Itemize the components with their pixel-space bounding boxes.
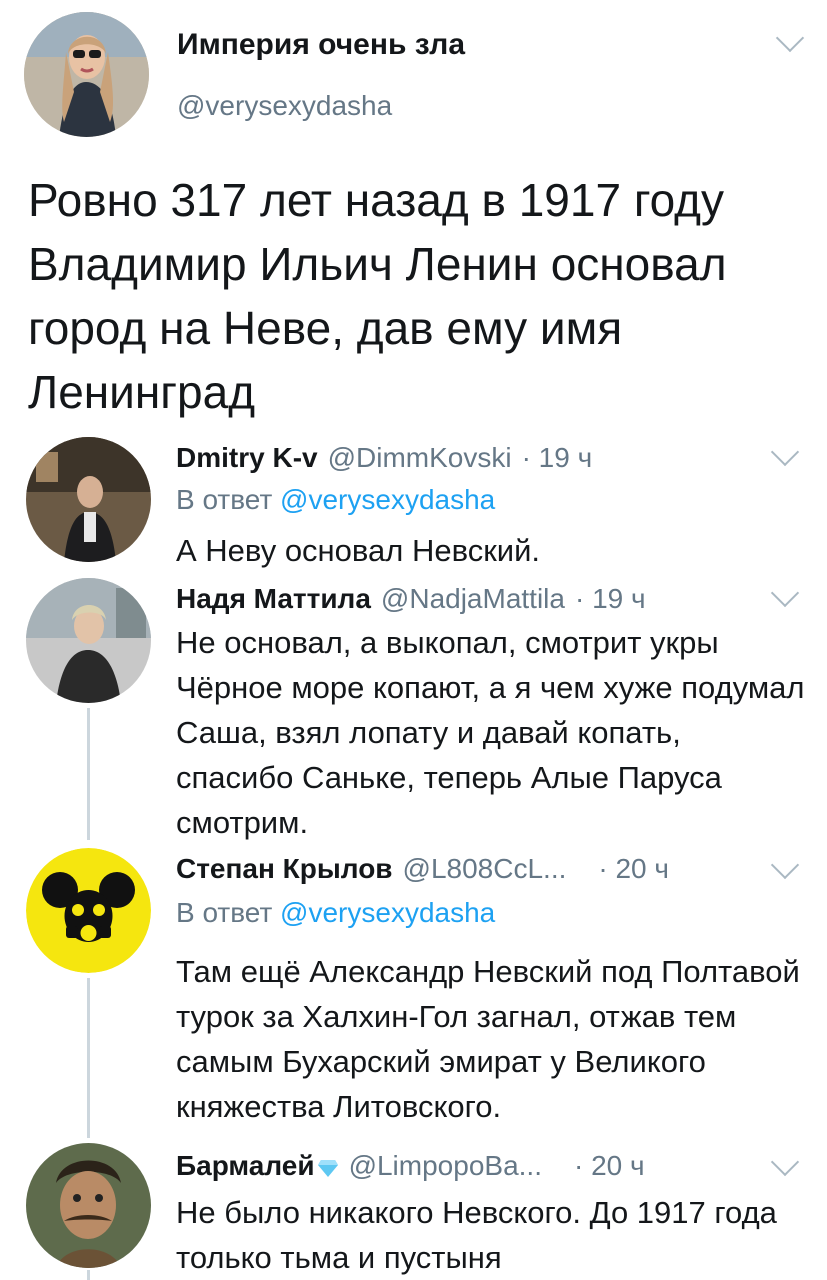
reply-text: А Неву основал Невский. — [176, 533, 541, 568]
user-avatar-photo-icon — [24, 12, 149, 137]
reply-handle[interactable]: @DimmKovski — [328, 442, 512, 474]
chevron-down-icon[interactable] — [775, 23, 805, 53]
chevron-down-icon[interactable] — [770, 850, 800, 880]
reply-to-prefix: В ответ — [176, 484, 273, 515]
reply-meta: Надя Маттила @NadjaMattila · 19 ч — [176, 583, 646, 615]
reply-text: Не было никакого Невского. До 1917 года … — [176, 1195, 777, 1275]
reply-avatar-barmaley[interactable] — [26, 1143, 151, 1268]
reply-to-line: В ответ @verysexydasha — [176, 897, 495, 929]
reply-avatar-dmitry[interactable] — [26, 437, 151, 562]
chevron-down-icon[interactable] — [770, 578, 800, 608]
reply-handle[interactable]: @L808CcL... — [403, 853, 567, 885]
reply-display-name[interactable]: Степан Крылов — [176, 853, 393, 885]
reply-handle[interactable]: @LimpopoBa... — [349, 1150, 542, 1182]
reply-to-link[interactable]: @verysexydasha — [280, 897, 495, 928]
thread-line — [87, 978, 90, 1138]
reply-to-link[interactable]: @verysexydasha — [280, 484, 495, 515]
main-display-name[interactable]: Империя очень зла — [177, 28, 465, 62]
reply-meta: Степан Крылов @L808CcL... · 20 ч — [176, 853, 669, 885]
reply-timestamp[interactable]: · 20 ч — [574, 1150, 645, 1182]
user-avatar-photo-icon — [26, 1143, 151, 1268]
thread-line — [87, 1270, 90, 1280]
chevron-down-icon[interactable] — [770, 1147, 800, 1177]
reply-meta: Бармалей @LimpopoBa... · 20 ч — [176, 1150, 645, 1182]
chevron-down-icon[interactable] — [770, 437, 800, 467]
reply-timestamp[interactable]: · 20 ч — [598, 853, 669, 885]
reply-timestamp[interactable]: · 19 ч — [522, 442, 593, 474]
reply-avatar-stepan[interactable] — [26, 848, 151, 973]
reply-display-name[interactable]: Бармалей — [176, 1150, 339, 1182]
reply-display-name[interactable]: Dmitry K-v — [176, 442, 318, 474]
user-avatar-photo-icon — [26, 578, 151, 703]
reply-display-name[interactable]: Надя Маттила — [176, 583, 371, 615]
reply-to-prefix: В ответ — [176, 897, 273, 928]
thread-line — [87, 708, 90, 840]
gas-mask-mouse-icon — [26, 848, 151, 973]
reply-avatar-nadya[interactable] — [26, 578, 151, 703]
main-tweet-text: Ровно 317 лет назад в 1917 году Владимир… — [28, 174, 727, 418]
reply-text: Не основал, а выкопал, смотрит укры Чёрн… — [176, 625, 805, 840]
reply-text: Там ещё Александр Невский под Полтавой т… — [176, 954, 800, 1124]
reply-meta: Dmitry K-v @DimmKovski · 19 ч — [176, 442, 592, 474]
reply-to-line: В ответ @verysexydasha — [176, 484, 495, 516]
reply-handle[interactable]: @NadjaMattila — [381, 583, 565, 615]
main-handle[interactable]: @verysexydasha — [177, 90, 392, 122]
user-avatar-photo-icon — [26, 437, 151, 562]
main-avatar[interactable] — [24, 12, 149, 137]
reply-timestamp[interactable]: · 19 ч — [575, 583, 646, 615]
diamond-emoji-icon — [317, 1159, 338, 1177]
